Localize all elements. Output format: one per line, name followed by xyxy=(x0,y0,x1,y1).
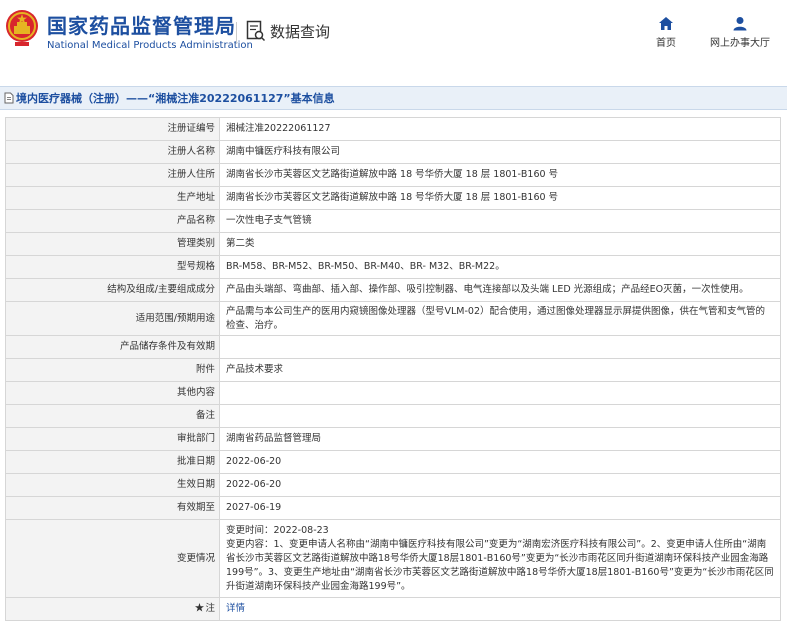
table-row: 生效日期 2022-06-20 xyxy=(5,473,781,497)
field-label: 注册人住所 xyxy=(5,163,220,187)
field-label: 批准日期 xyxy=(5,450,220,474)
table-row: 批准日期 2022-06-20 xyxy=(5,450,781,474)
required-star-icon xyxy=(195,603,205,612)
data-query-title: 数据查询 xyxy=(246,20,330,42)
field-label: 变更情况 xyxy=(5,519,220,598)
field-label: 结构及组成/主要组成成分 xyxy=(5,278,220,302)
field-label: 适用范围/预期用途 xyxy=(5,301,220,336)
detail-panel: 注册证编号 湘械注准20222061127 注册人名称 湖南中镛医疗科技有限公司 注册人… xyxy=(0,117,787,621)
field-value: 一次性电子支气管镜 xyxy=(219,209,781,233)
field-value: 2027-06-19 xyxy=(219,496,781,520)
field-value: 2022-06-20 xyxy=(219,450,781,474)
data-query-label: 数据查询 xyxy=(270,22,331,41)
table-row: 备注 xyxy=(5,404,781,428)
field-label: 产品储存条件及有效期 xyxy=(5,335,220,359)
field-value xyxy=(219,335,781,359)
field-label: 产品名称 xyxy=(5,209,220,233)
field-value: 湖南中镛医疗科技有限公司 xyxy=(219,140,781,164)
field-label: 注册证编号 xyxy=(5,117,220,141)
record-title-bar: 境内医疗器械（注册）——“湘械注准20222061127”基本信息 xyxy=(0,86,787,110)
field-value: 湘械注准20222061127 xyxy=(219,117,781,141)
national-emblem-icon xyxy=(6,10,38,46)
field-value: BR-M58、BR-M52、BR-M50、BR-M40、BR- M32、BR-M… xyxy=(219,255,781,279)
table-row: 其他内容 xyxy=(5,381,781,405)
table-row-change-info: 变更情况 变更时间：2022-08-23 变更内容：1、变更申请人名称由“湖南中镛医… xyxy=(5,519,781,598)
field-label: 有效期至 xyxy=(5,496,220,520)
field-label: 生效日期 xyxy=(5,473,220,497)
field-value: 湖南省长沙市芙蓉区文艺路街道解放中路 18 号华侨大厦 18 层 1801-B1… xyxy=(219,186,781,210)
field-value: 产品技术要求 xyxy=(219,358,781,382)
field-label: 管理类别 xyxy=(5,232,220,256)
detail-link[interactable]: 详情 xyxy=(226,603,245,614)
field-label: 型号规格 xyxy=(5,255,220,279)
table-row-note: 注详情 xyxy=(5,597,781,621)
note-label-cell: 注 xyxy=(5,597,220,621)
field-value xyxy=(219,381,781,405)
table-row: 审批部门 湖南省药品监督管理局 xyxy=(5,427,781,451)
field-value: 产品由头端部、弯曲部、插入部、操作部、吸引控制器、电气连接部以及头端 LED 光… xyxy=(219,278,781,302)
field-value: 湖南省药品监督管理局 xyxy=(219,427,781,451)
table-row: 注册人住所 湖南省长沙市芙蓉区文艺路街道解放中路 18 号华侨大厦 18 层 18… xyxy=(5,163,781,187)
site-header: 国家药品监督管理局 National Medical Products Admi… xyxy=(0,0,787,70)
table-row: 注册证编号 湘械注准20222061127 xyxy=(5,117,781,141)
note-label: 注 xyxy=(205,603,215,614)
table-row: 有效期至 2027-06-19 xyxy=(5,496,781,520)
table-row: 适用范围/预期用途 产品需与本公司生产的医用内窥镜图像处理器（型号VLM-02）配… xyxy=(5,301,781,336)
field-label: 审批部门 xyxy=(5,427,220,451)
field-label: 生产地址 xyxy=(5,186,220,210)
home-icon xyxy=(659,17,673,30)
nav-home-label: 首页 xyxy=(656,38,676,49)
table-row: 型号规格 BR-M58、BR-M52、BR-M50、BR-M40、BR- M32、… xyxy=(5,255,781,279)
table-row: 生产地址 湖南省长沙市芙蓉区文艺路街道解放中路 18 号华侨大厦 18 层 180… xyxy=(5,186,781,210)
change-info-value: 变更时间：2022-08-23 变更内容：1、变更申请人名称由“湖南中镛医疗科技有… xyxy=(219,519,781,598)
table-row: 产品名称 一次性电子支气管镜 xyxy=(5,209,781,233)
field-label: 其他内容 xyxy=(5,381,220,405)
change-time: 变更时间：2022-08-23 xyxy=(226,524,329,536)
field-value: 2022-06-20 xyxy=(219,473,781,497)
nav-online-hall[interactable]: 网上办事大厅 xyxy=(710,16,770,49)
org-name-en: National Medical Products Administration xyxy=(47,40,253,51)
detail-table: 注册证编号 湘械注准20222061127 注册人名称 湖南中镛医疗科技有限公司 注册人… xyxy=(5,117,781,621)
field-label: 附件 xyxy=(5,358,220,382)
field-value: 产品需与本公司生产的医用内窥镜图像处理器（型号VLM-02）配合使用，通过图像处… xyxy=(219,301,781,336)
note-value: 详情 xyxy=(219,597,781,621)
record-title: 境内医疗器械（注册）——“湘械注准20222061127”基本信息 xyxy=(16,92,335,105)
table-row: 产品储存条件及有效期 xyxy=(5,335,781,359)
table-row: 结构及组成/主要组成成分 产品由头端部、弯曲部、插入部、操作部、吸引控制器、电气连… xyxy=(5,278,781,302)
header-divider xyxy=(236,22,237,44)
nav-home[interactable]: 首页 xyxy=(656,16,676,49)
field-value xyxy=(219,404,781,428)
field-value: 湖南省长沙市芙蓉区文艺路街道解放中路 18 号华侨大厦 18 层 1801-B1… xyxy=(219,163,781,187)
org-name-cn: 国家药品监督管理局 xyxy=(47,14,236,38)
table-row: 管理类别 第二类 xyxy=(5,232,781,256)
table-row: 附件 产品技术要求 xyxy=(5,358,781,382)
field-value: 第二类 xyxy=(219,232,781,256)
data-query-icon xyxy=(246,20,266,42)
table-row: 注册人名称 湖南中镛医疗科技有限公司 xyxy=(5,140,781,164)
field-label: 注册人名称 xyxy=(5,140,220,164)
user-icon xyxy=(733,17,747,31)
change-content: 变更内容：1、变更申请人名称由“湖南中镛医疗科技有限公司”变更为“湖南宏济医疗科… xyxy=(226,538,774,592)
document-icon xyxy=(4,92,14,104)
field-label: 备注 xyxy=(5,404,220,428)
nav-hall-label: 网上办事大厅 xyxy=(710,38,770,49)
